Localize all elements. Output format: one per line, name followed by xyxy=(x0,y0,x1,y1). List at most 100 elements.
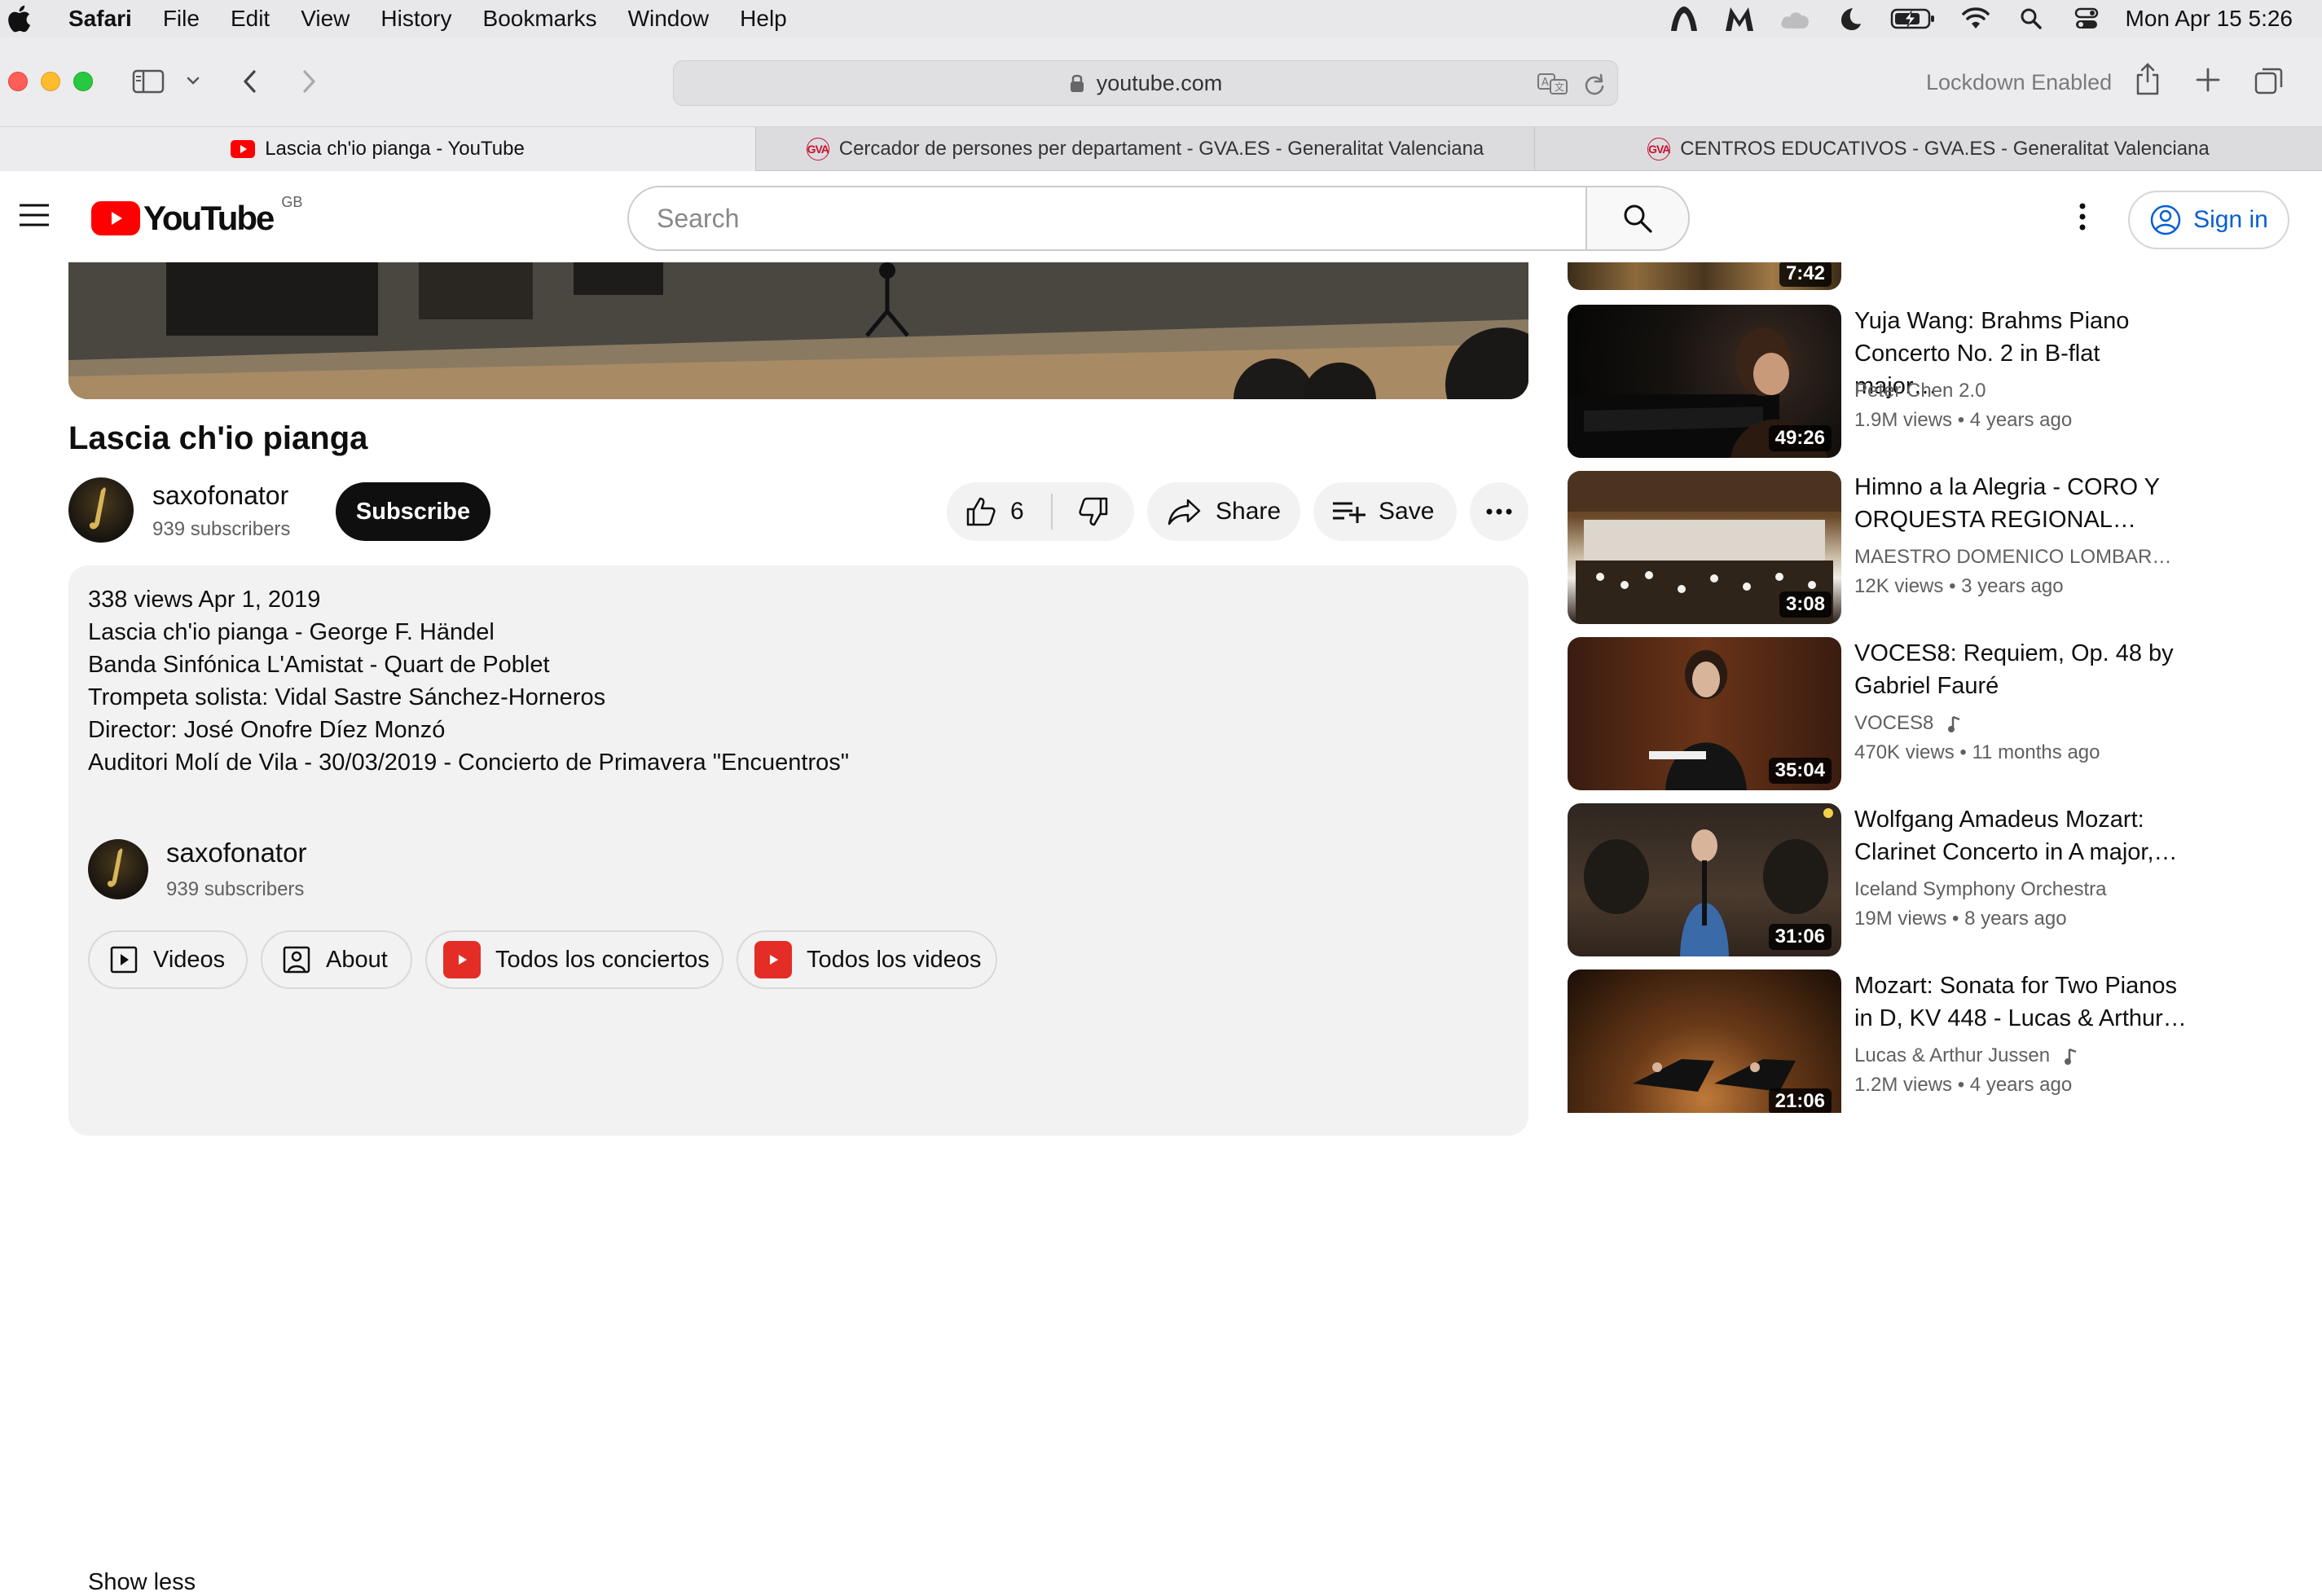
zoom-window-button[interactable] xyxy=(73,72,93,91)
channel-avatar[interactable] xyxy=(68,477,134,543)
recommended-thumbnail[interactable]: 35:04 xyxy=(1568,637,1841,790)
apple-menu-icon[interactable] xyxy=(7,5,41,33)
back-icon[interactable] xyxy=(240,67,261,96)
description-line: Director: José Onofre Díez Monzó xyxy=(88,717,446,743)
recommended-channel[interactable]: Lucas & Arthur Jussen xyxy=(1854,1044,2188,1067)
playlist-chip-label: Todos los videos xyxy=(807,946,982,973)
chevron-down-icon[interactable] xyxy=(186,75,200,86)
cloud-icon[interactable] xyxy=(1779,2,1811,35)
arc-app-icon[interactable] xyxy=(1668,2,1700,35)
recommended-title[interactable]: VOCES8: Requiem, Op. 48 by Gabriel Fauré xyxy=(1854,637,2188,702)
share-arrow-icon xyxy=(1167,497,1203,526)
menu-file[interactable]: File xyxy=(163,6,200,32)
hamburger-menu-icon[interactable] xyxy=(18,202,51,228)
moon-icon[interactable] xyxy=(1834,2,1867,35)
recommended-title[interactable]: Wolfgang Amadeus Mozart: Clarinet Concer… xyxy=(1854,803,2188,868)
playlist-chip-conciertos[interactable]: Todos los conciertos xyxy=(425,930,723,989)
more-actions-button[interactable] xyxy=(1470,482,1528,541)
spotlight-search-icon[interactable] xyxy=(2015,2,2047,35)
music-note-icon xyxy=(1947,715,1962,733)
upload-age: 3 years ago xyxy=(1961,575,2064,597)
channel-name[interactable]: saxofonator xyxy=(152,481,288,511)
recommended-title[interactable]: Himno a la Alegria - CORO Y ORQUESTA REG… xyxy=(1854,471,2188,536)
recommended-meta: 19M views • 8 years ago xyxy=(1854,908,2067,930)
search-button[interactable] xyxy=(1585,186,1690,251)
meta-dot: • xyxy=(1957,409,1970,431)
m-app-icon[interactable] xyxy=(1723,2,1756,35)
like-button[interactable]: 6 xyxy=(947,482,1051,541)
view-count: 1.9M views xyxy=(1854,409,1953,431)
menu-window[interactable]: Window xyxy=(628,6,710,32)
translate-icon[interactable]: A文 xyxy=(1537,73,1568,95)
more-options-icon[interactable] xyxy=(2071,202,2094,231)
meta-dot: • xyxy=(1952,908,1965,930)
menu-bookmarks[interactable]: Bookmarks xyxy=(483,6,597,32)
recommended-title[interactable]: Mozart: Sonata for Two Pianos in D, KV 4… xyxy=(1854,969,2188,1035)
tab-overview-icon[interactable] xyxy=(2254,65,2285,96)
description-channel-name[interactable]: saxofonator xyxy=(166,838,306,868)
tab-centros[interactable]: GVA CENTROS EDUCATIVOS - GVA.ES - Genera… xyxy=(1535,127,2322,171)
duration-badge: 35:04 xyxy=(1768,758,1832,784)
about-chip-label: About xyxy=(326,946,388,973)
playlist-chip-label: Todos los conciertos xyxy=(495,946,710,973)
recommended-channel[interactable]: MAESTRO DOMENICO LOMBAR… xyxy=(1854,546,2188,569)
tab-label: Lascia ch'io pianga - YouTube xyxy=(265,138,525,160)
share-icon[interactable] xyxy=(2135,62,2161,96)
youtube-logo[interactable]: YouTube GB xyxy=(91,194,302,238)
description-line: Trompeta solista: Vidal Sastre Sánchez-H… xyxy=(88,684,606,710)
save-button[interactable]: Save xyxy=(1313,482,1457,541)
recommended-thumbnail[interactable]: 49:26 xyxy=(1568,305,1841,458)
menu-view[interactable]: View xyxy=(301,6,350,32)
tab-cercador[interactable]: GVA Cercador de persones per departament… xyxy=(756,127,1535,171)
person-box-icon xyxy=(282,945,311,974)
show-less-button[interactable]: Show less xyxy=(88,1569,196,1596)
menu-edit[interactable]: Edit xyxy=(231,6,270,32)
close-window-button[interactable] xyxy=(8,72,28,91)
menu-bar-clock[interactable]: Mon Apr 15 5:26 xyxy=(2126,6,2293,32)
lockdown-mode-label[interactable]: Lockdown Enabled xyxy=(1926,70,2112,95)
svg-text:文: 文 xyxy=(1555,81,1564,93)
sidebar-toggle-icon[interactable] xyxy=(132,68,165,95)
control-center-icon[interactable] xyxy=(2070,2,2103,35)
videos-chip[interactable]: Videos xyxy=(88,930,248,989)
video-play-square-icon xyxy=(109,945,139,974)
about-chip[interactable]: About xyxy=(261,930,412,989)
wifi-icon[interactable] xyxy=(1959,2,1992,35)
search-input[interactable]: Search xyxy=(627,186,1587,251)
recommended-thumbnail[interactable]: 7:42 xyxy=(1568,262,1841,290)
recommended-thumbnail[interactable]: 31:06 xyxy=(1568,803,1841,956)
reload-icon[interactable] xyxy=(1583,73,1606,96)
channel-avatar-small[interactable] xyxy=(88,839,148,899)
youtube-square-icon xyxy=(754,941,792,978)
share-label: Share xyxy=(1216,498,1282,525)
recommended-channel[interactable]: Iceland Symphony Orchestra xyxy=(1854,878,2188,901)
playlist-chip-videos[interactable]: Todos los videos xyxy=(737,930,997,989)
menu-safari[interactable]: Safari xyxy=(68,6,132,32)
recommended-thumbnail[interactable]: 21:06 xyxy=(1568,969,1841,1113)
subscribe-button[interactable]: Subscribe xyxy=(336,482,490,541)
forward-icon[interactable] xyxy=(298,67,319,96)
thumbs-up-icon xyxy=(965,495,997,528)
upload-age: 4 years ago xyxy=(1969,409,2073,431)
meta-dot: • xyxy=(1949,575,1962,597)
battery-icon[interactable] xyxy=(1889,2,1937,35)
recommended-channel[interactable]: Peter Chen 2.0 xyxy=(1854,380,2188,402)
share-button[interactable]: Share xyxy=(1147,482,1300,541)
search-placeholder: Search xyxy=(657,203,740,233)
recommended-thumbnail[interactable]: 3:08 xyxy=(1568,471,1841,624)
videos-chip-label: Videos xyxy=(153,946,226,973)
recommended-channel[interactable]: VOCES8 xyxy=(1854,712,2188,735)
address-bar[interactable]: youtube.com A文 xyxy=(673,60,1618,106)
menu-history[interactable]: History xyxy=(380,6,451,32)
tab-label: Cercador de persones per departament - G… xyxy=(838,138,1484,160)
duration-badge: 49:26 xyxy=(1768,425,1832,451)
new-tab-icon[interactable] xyxy=(2195,67,2221,93)
menu-help[interactable]: Help xyxy=(740,6,787,32)
duration-badge: 31:06 xyxy=(1768,924,1832,950)
minimize-window-button[interactable] xyxy=(41,72,60,91)
dislike-button[interactable] xyxy=(1053,482,1134,541)
tab-youtube[interactable]: Lascia ch'io pianga - YouTube xyxy=(0,127,756,171)
description-panel[interactable]: 338 views Apr 1, 2019 Lascia ch'io piang… xyxy=(68,565,1528,1595)
sign-in-button[interactable]: Sign in xyxy=(2128,191,2289,249)
video-player[interactable] xyxy=(68,262,1528,399)
